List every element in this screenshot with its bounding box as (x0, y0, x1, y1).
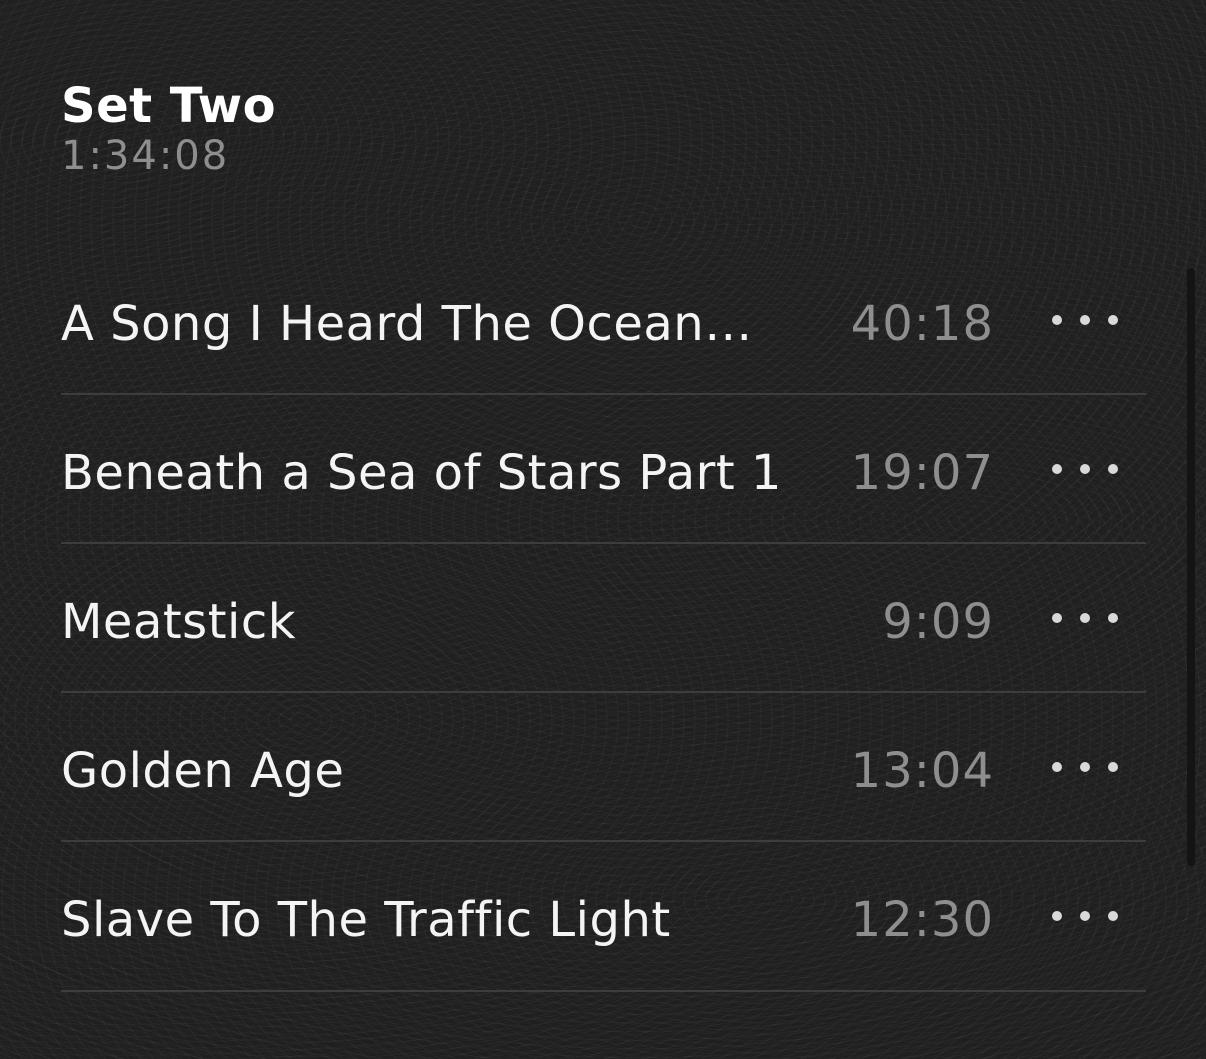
more-options-button[interactable] (1052, 306, 1118, 334)
track-duration: 19:07 (850, 445, 994, 501)
track-list: A Song I Heard The Ocean… 40:18 Beneath … (61, 246, 1146, 992)
more-options-button[interactable] (1052, 902, 1118, 930)
set-duration: 1:34:08 (61, 133, 230, 179)
track-duration: 9:09 (882, 594, 994, 650)
track-title[interactable]: Meatstick (61, 592, 801, 652)
set-header: Set Two 1:34:08 (61, 76, 276, 178)
scrollbar[interactable] (1187, 268, 1195, 866)
track-title[interactable]: Golden Age (61, 741, 801, 801)
more-horizontal-icon (1052, 613, 1062, 623)
more-options-button[interactable] (1052, 604, 1118, 632)
more-horizontal-icon (1052, 762, 1062, 772)
more-horizontal-icon (1052, 911, 1062, 921)
track-row[interactable]: Meatstick 9:09 (61, 544, 1146, 693)
track-title[interactable]: A Song I Heard The Ocean… (61, 294, 801, 354)
track-title[interactable]: Slave To The Traffic Light (61, 890, 801, 950)
track-row[interactable]: Beneath a Sea of Stars Part 1 19:07 (61, 395, 1146, 544)
more-horizontal-icon (1052, 464, 1062, 474)
track-duration: 13:04 (850, 743, 994, 799)
track-row[interactable]: A Song I Heard The Ocean… 40:18 (61, 246, 1146, 395)
more-options-button[interactable] (1052, 753, 1118, 781)
track-duration: 12:30 (850, 892, 994, 948)
more-options-button[interactable] (1052, 455, 1118, 483)
set-title: Set Two (61, 78, 277, 134)
track-row[interactable]: Slave To The Traffic Light 12:30 (61, 842, 1146, 992)
track-duration: 40:18 (850, 296, 994, 352)
track-title[interactable]: Beneath a Sea of Stars Part 1 (61, 443, 801, 503)
more-horizontal-icon (1052, 315, 1062, 325)
track-row[interactable]: Golden Age 13:04 (61, 693, 1146, 842)
